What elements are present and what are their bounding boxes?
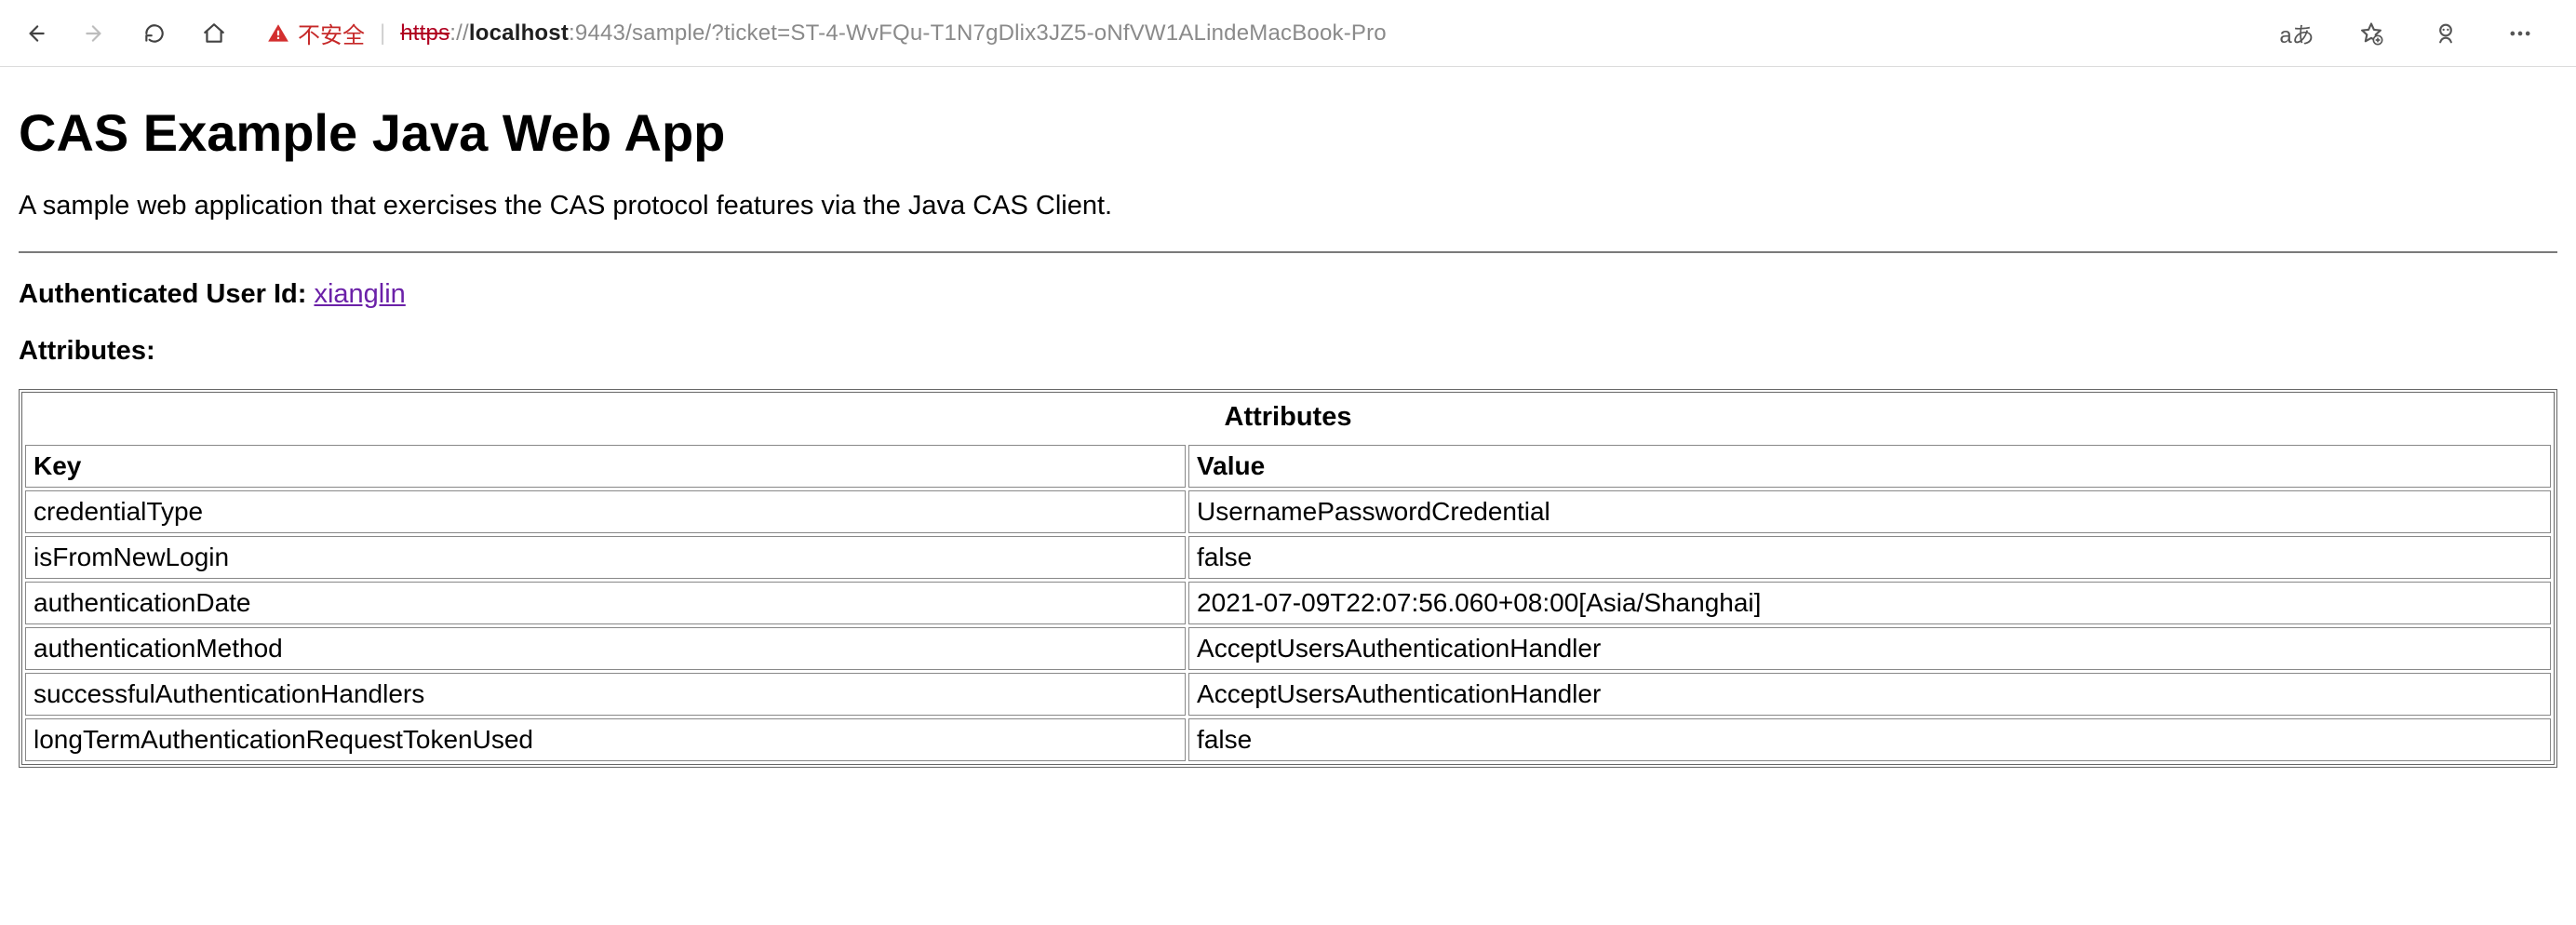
attr-key: isFromNewLogin xyxy=(25,536,1186,579)
warning-icon xyxy=(266,21,290,46)
table-row: credentialType UsernamePasswordCredentia… xyxy=(25,490,2551,533)
attr-val: false xyxy=(1188,536,2551,579)
translate-button[interactable]: aあ xyxy=(2278,15,2315,52)
attributes-table-wrap: Attributes Key Value credentialType User… xyxy=(19,389,2557,768)
page-content: CAS Example Java Web App A sample web ap… xyxy=(0,67,2576,786)
more-icon xyxy=(2507,20,2533,47)
attributes-table: Attributes Key Value credentialType User… xyxy=(22,393,2554,764)
insecure-label: 不安全 xyxy=(298,17,365,49)
table-row: longTermAuthenticationRequestTokenUsed f… xyxy=(25,718,2551,761)
attr-val: AcceptUsersAuthenticationHandler xyxy=(1188,627,2551,670)
table-row: authenticationMethod AcceptUsersAuthenti… xyxy=(25,627,2551,670)
page-subtitle: A sample web application that exercises … xyxy=(19,191,2557,221)
address-bar[interactable]: 不安全 | https://localhost:9443/sample/?tic… xyxy=(266,17,2252,49)
attr-key: authenticationMethod xyxy=(25,627,1186,670)
home-button[interactable] xyxy=(197,17,231,50)
reload-icon xyxy=(142,21,167,46)
back-button[interactable] xyxy=(19,17,52,50)
menu-button[interactable] xyxy=(2502,15,2539,52)
favorite-button[interactable] xyxy=(2353,15,2390,52)
toolbar-right: aあ xyxy=(2278,15,2539,52)
attr-key: longTermAuthenticationRequestTokenUsed xyxy=(25,718,1186,761)
person-icon xyxy=(2433,20,2459,47)
attr-key: credentialType xyxy=(25,490,1186,533)
auth-user-link[interactable]: xianglin xyxy=(314,279,405,309)
attributes-heading: Attributes: xyxy=(19,336,2557,367)
browser-toolbar: 不安全 | https://localhost:9443/sample/?tic… xyxy=(0,0,2576,67)
page-title: CAS Example Java Web App xyxy=(19,102,2557,163)
attr-val: 2021-07-09T22:07:56.060+08:00[Asia/Shang… xyxy=(1188,582,2551,624)
extension-button[interactable] xyxy=(2427,15,2464,52)
table-row: authenticationDate 2021-07-09T22:07:56.0… xyxy=(25,582,2551,624)
arrow-right-icon xyxy=(83,21,107,46)
arrow-left-icon xyxy=(23,21,47,46)
url-text: https://localhost:9443/sample/?ticket=ST… xyxy=(400,20,1387,47)
auth-user-line: Authenticated User Id: xianglin xyxy=(19,279,2557,310)
home-icon xyxy=(202,21,226,46)
attr-val: UsernamePasswordCredential xyxy=(1188,490,2551,533)
toolbar-divider: | xyxy=(380,20,385,47)
table-row: isFromNewLogin false xyxy=(25,536,2551,579)
attr-val: AcceptUsersAuthenticationHandler xyxy=(1188,673,2551,716)
forward-button[interactable] xyxy=(78,17,112,50)
star-plus-icon xyxy=(2358,20,2384,47)
reload-button[interactable] xyxy=(138,17,171,50)
attr-key: authenticationDate xyxy=(25,582,1186,624)
auth-user-label: Authenticated User Id: xyxy=(19,279,306,309)
table-header-row: Key Value xyxy=(25,445,2551,488)
attr-key: successfulAuthenticationHandlers xyxy=(25,673,1186,716)
table-row: successfulAuthenticationHandlers AcceptU… xyxy=(25,673,2551,716)
col-key-header: Key xyxy=(25,445,1186,488)
table-caption: Attributes xyxy=(22,393,2554,442)
divider xyxy=(19,251,2557,253)
translate-icon: aあ xyxy=(2279,17,2314,49)
col-val-header: Value xyxy=(1188,445,2551,488)
attr-val: false xyxy=(1188,718,2551,761)
